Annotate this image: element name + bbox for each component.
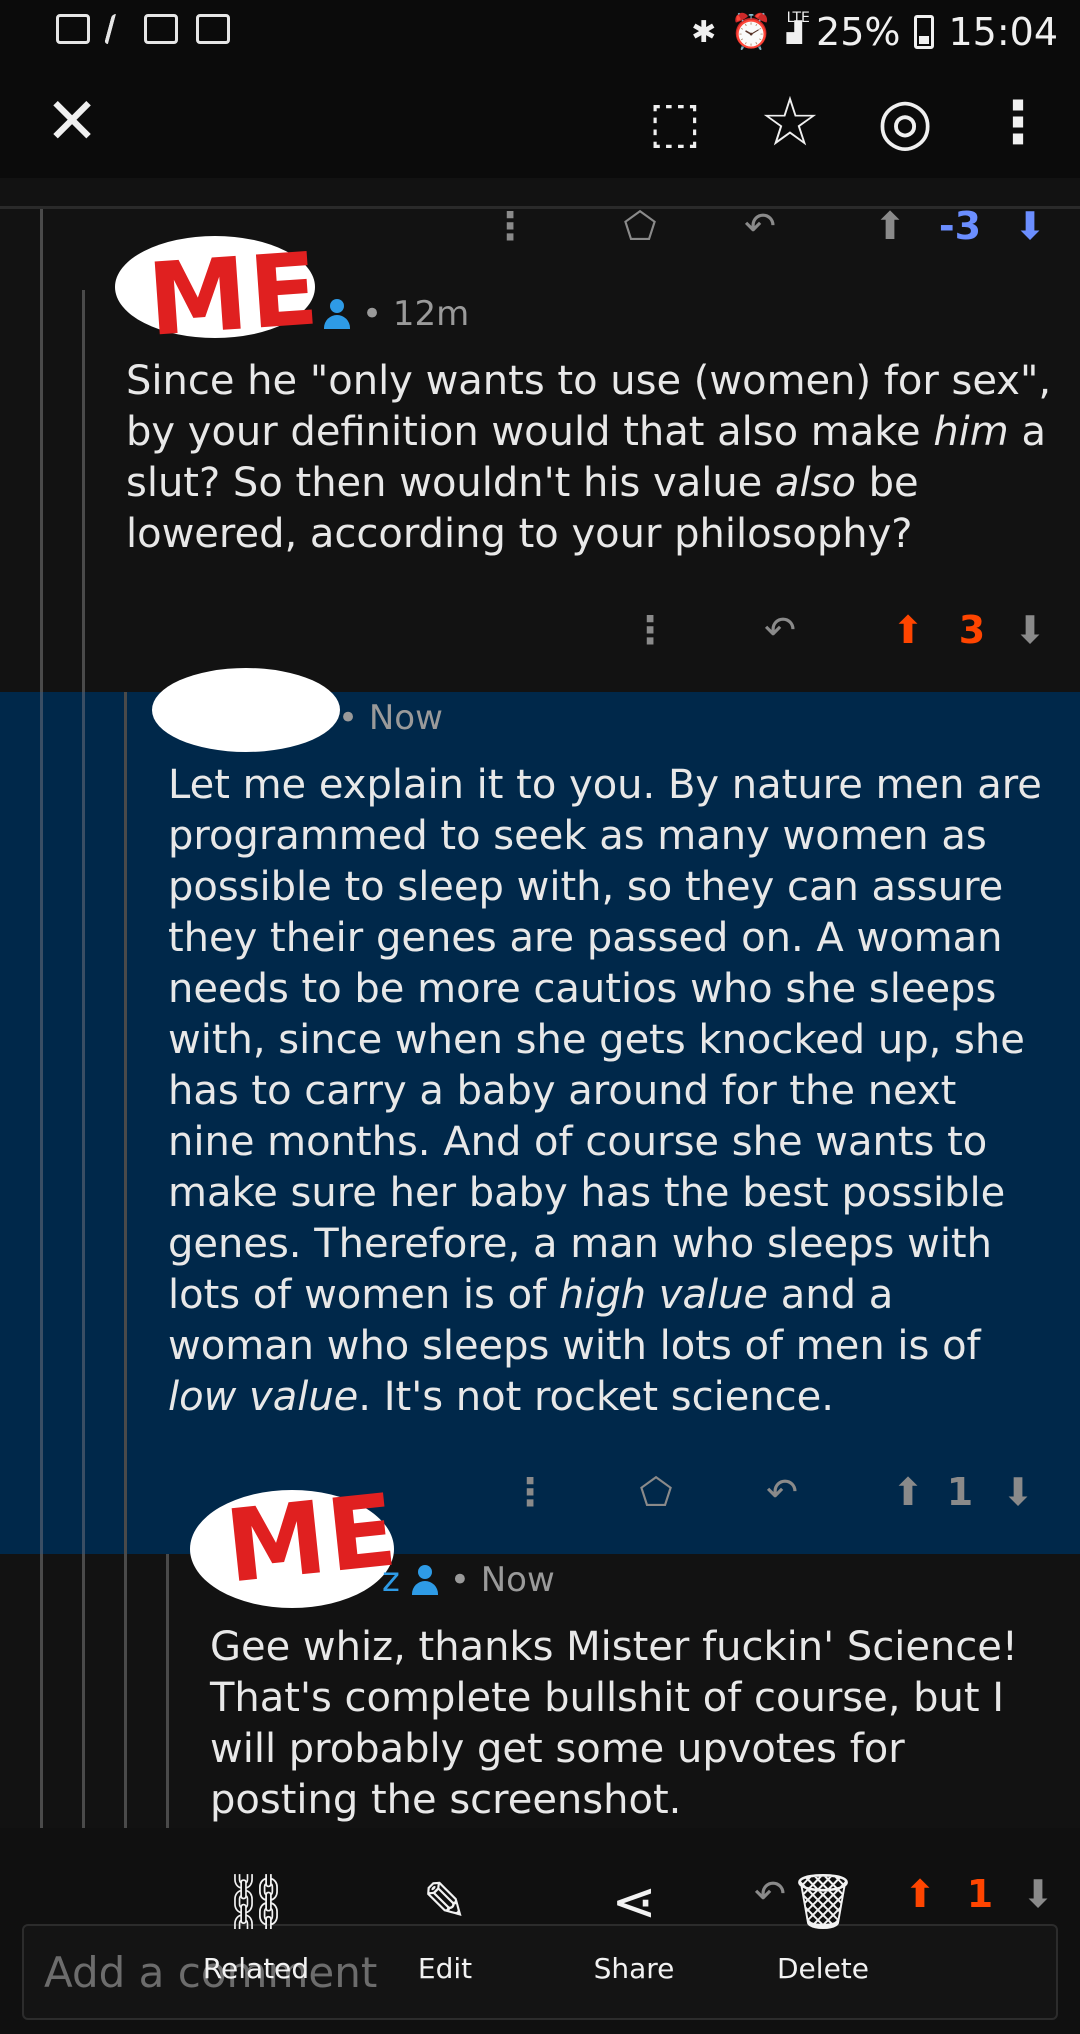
comment-1-score: 3 <box>958 608 986 652</box>
status-bar: ✱ ⏰ LTE ▟ 25% 15:04 <box>0 0 1080 66</box>
upvote-icon[interactable]: ⬆ <box>890 1864 950 1924</box>
upvote-icon[interactable]: ⬆ <box>878 1462 938 1522</box>
comment-2-meta: • Now <box>338 698 443 738</box>
thread-line-3 <box>124 692 127 1912</box>
clock: 15:04 <box>948 10 1058 54</box>
reply-icon[interactable]: ↶ <box>752 1462 812 1522</box>
related-button[interactable]: ⛓ Related <box>186 1870 326 1985</box>
signal-icon: LTE ▟ <box>786 10 810 44</box>
thread-line-1b <box>40 692 43 1554</box>
more-icon[interactable]: ⋮ <box>620 600 680 660</box>
upvote-icon[interactable]: ⬆ <box>878 600 938 660</box>
comment-3-body: Gee whiz, thanks Mister fuckin' Science!… <box>210 1624 1018 1823</box>
me-overlay: ME <box>220 1471 404 1606</box>
comment-1-meta: • 12m <box>322 294 469 334</box>
more-icon[interactable]: ⋮ <box>480 196 540 256</box>
comment-1-body: Since he "only wants to use (women) for … <box>126 356 1056 560</box>
comment-3-age: • Now <box>449 1560 555 1600</box>
edit-label: Edit <box>417 1952 473 1985</box>
more-icon[interactable]: ⋮ <box>500 1462 560 1522</box>
delete-label: Delete <box>777 1952 869 1985</box>
battery-percent: 25% <box>816 10 901 54</box>
reply-icon[interactable]: ↶ <box>750 600 810 660</box>
comment-3-author-partial[interactable]: z <box>382 1560 400 1600</box>
comment-1-age: • 12m <box>362 294 470 334</box>
close-icon[interactable]: ✕ <box>22 66 122 178</box>
comment-2-em-b: low value <box>168 1374 359 1420</box>
battery-icon <box>914 15 935 49</box>
alarm-icon: ⏰ <box>730 12 773 52</box>
reply-icon[interactable]: ↶ <box>730 196 790 256</box>
downvote-icon[interactable]: ⬇ <box>1000 600 1060 660</box>
network-label: LTE <box>786 10 810 26</box>
downvote-icon[interactable]: ⬇ <box>1008 1864 1068 1924</box>
comment-3-meta: z • Now <box>382 1560 555 1600</box>
comment-2-body: Let me explain it to you. By nature men … <box>168 760 1048 1423</box>
comment-2-score: 1 <box>946 1470 974 1514</box>
upvote-icon[interactable]: ⬆ <box>860 196 920 256</box>
award-icon[interactable]: ⬠ <box>610 196 670 256</box>
user-icon <box>410 1565 440 1595</box>
comment-1-em-b: also <box>775 460 856 506</box>
status-left-icons <box>56 14 230 44</box>
redaction-blob <box>152 668 340 752</box>
comment-3-score: 1 <box>966 1872 994 1916</box>
edit-button[interactable]: ✎ Edit <box>375 1870 515 1985</box>
app-toolbar: ✕ ⬚ ☆ ◎ ⋮ <box>0 66 1080 178</box>
link-icon: ⛓ <box>221 1870 291 1933</box>
mail-icon <box>144 14 178 44</box>
comment-2-text-c: . It's not rocket science. <box>358 1374 834 1420</box>
related-label: Related <box>202 1952 310 1985</box>
parent-score: -3 <box>938 204 982 248</box>
share-button[interactable]: ⋖ Share <box>564 1870 704 1985</box>
image-icon <box>196 14 230 44</box>
trash-icon: 🗑 <box>788 1870 858 1933</box>
comment-2-age: • Now <box>338 698 443 738</box>
share-icon: ⋖ <box>611 1870 657 1933</box>
screenshot-icon[interactable]: ◎ <box>855 66 955 178</box>
downvote-icon[interactable]: ⬇ <box>1000 196 1060 256</box>
thread-line-2b <box>82 692 85 1554</box>
user-icon <box>322 299 352 329</box>
downvote-icon[interactable]: ⬇ <box>988 1462 1048 1522</box>
scan-icon[interactable]: ⬚ <box>625 66 725 178</box>
me-overlay: ME <box>144 230 324 359</box>
comment-input[interactable]: Add a comment <box>22 1924 1058 2020</box>
award-icon[interactable]: ⬠ <box>626 1462 686 1522</box>
comment-1-em-a: him <box>933 409 1009 455</box>
status-right: ✱ ⏰ LTE ▟ 25% 15:04 <box>691 10 1058 54</box>
pen-icon <box>103 14 131 44</box>
more-options-icon[interactable]: ⋮ <box>968 66 1068 178</box>
star-icon[interactable]: ☆ <box>740 66 840 178</box>
delete-button[interactable]: 🗑 Delete <box>753 1870 893 1985</box>
parent-action-row: ⋮ ⬠ ↶ ⬆ -3 ⬇ <box>480 196 1080 256</box>
comment-2-text-a: Let me explain it to you. By nature men … <box>168 762 1042 1318</box>
bluetooth-icon: ✱ <box>691 14 717 50</box>
comment-1-text-a: Since he "only wants to use (women) for … <box>126 358 1052 455</box>
share-label: Share <box>593 1952 675 1985</box>
pencil-icon: ✎ <box>422 1870 468 1933</box>
comment-1-actions: ⋮ ↶ ⬆ 3 ⬇ <box>620 600 1080 660</box>
comment-2-em-a: high value <box>558 1272 769 1318</box>
notification-icon <box>56 14 90 44</box>
comment-2-actions: ⋮ ⬠ ↶ ⬆ 1 ⬇ <box>500 1462 1080 1522</box>
